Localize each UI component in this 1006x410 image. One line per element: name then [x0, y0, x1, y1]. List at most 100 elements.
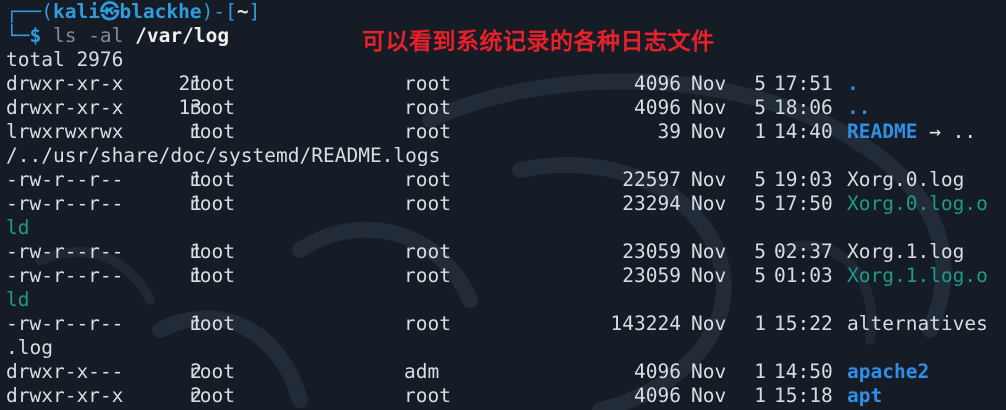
cell-month: Nov [691, 72, 727, 95]
cell-links: 1 [190, 192, 202, 215]
listing-rows: drwxr-xr-x 21 root root 4096 Nov 5 17:51. drwxr-… [6, 72, 1006, 408]
cell-size: 22597 [622, 168, 681, 191]
cell-day: 5 [754, 264, 766, 287]
cell-time: 17:50 [774, 192, 833, 215]
listing-row: -rw-r--r-- 1 root root 143224 Nov 1 15:22 altern… [6, 312, 1006, 336]
cell-month: Nov [691, 192, 727, 215]
cell-time: 15:22 [774, 312, 833, 335]
cell-time: 15:18 [774, 384, 833, 407]
cell-group: root [404, 264, 451, 287]
cell-group: root [404, 384, 451, 407]
cell-size: 4096 [634, 384, 681, 407]
cell-name: Xorg.1.log.o [847, 264, 988, 287]
cell-time: 14:50 [774, 360, 833, 383]
wrapped-line: .log [6, 336, 53, 359]
cell-owner: root [188, 312, 235, 335]
cell-time: 17:51 [774, 72, 833, 95]
cell-links: 1 [190, 240, 202, 263]
cell-size: 143224 [610, 312, 681, 335]
cell-month: Nov [691, 168, 727, 191]
cell-month: Nov [691, 264, 727, 287]
cell-day: 1 [754, 384, 766, 407]
cell-day: 1 [754, 312, 766, 335]
cell-size: 39 [657, 120, 681, 143]
listing-row: -rw-r--r-- 1 root root 23059 Nov 5 01:03 Xorg.1.… [6, 264, 1006, 288]
cell-month: Nov [691, 96, 727, 119]
cell-day: 5 [754, 240, 766, 263]
cell-day: 5 [754, 168, 766, 191]
cell-owner: root [188, 168, 235, 191]
listing-row: drwxr-xr-x 21 root root 4096 Nov 5 17:51. [6, 72, 1006, 96]
wrapped-line: ld [6, 216, 30, 239]
cell-group: root [404, 96, 451, 119]
cell-links: 1 [190, 120, 202, 143]
cell-time: 18:06 [774, 96, 833, 119]
cell-owner: root [188, 120, 235, 143]
cell-owner: root [188, 96, 235, 119]
cell-name: .. [847, 96, 871, 119]
cell-links: 1 [190, 264, 202, 287]
cell-group: root [404, 312, 451, 335]
command-argument: /var/log [135, 24, 230, 47]
cell-name: alternatives [847, 312, 988, 335]
annotation-text: 可以看到系统记录的各种日志文件 [362, 29, 715, 55]
cell-time: 19:03 [774, 168, 833, 191]
cell-size: 4096 [634, 360, 681, 383]
cell-links: 2 [190, 360, 202, 383]
cell-group: root [404, 192, 451, 215]
cell-links: 2 [190, 384, 202, 407]
cell-time: 14:40 [774, 120, 833, 143]
prompt-user: kali [52, 0, 100, 23]
wrapped-line: ld [6, 288, 30, 311]
cell-name: apache2 [847, 360, 930, 383]
cell-links: 1 [190, 168, 202, 191]
cell-group: root [404, 120, 451, 143]
prompt-host: blackhe [119, 0, 202, 23]
cell-month: Nov [691, 360, 727, 383]
cell-name: . [847, 72, 859, 95]
cell-owner: root [188, 72, 235, 95]
cell-size: 4096 [634, 72, 681, 95]
cell-group: adm [404, 360, 440, 383]
cell-links: 1 [190, 312, 202, 335]
cell-size: 4096 [634, 96, 681, 119]
listing-row: drwxr-x--- 2 root adm 4096 Nov 1 14:50 apache2 [6, 360, 1006, 384]
listing-row: -rw-r--r-- 1 root root 23059 Nov 5 02:37 Xorg.1.… [6, 240, 1006, 264]
listing-row: -rw-r--r-- 1 root root 23294 Nov 5 17:50 Xorg.0.… [6, 192, 1006, 216]
prompt-line-1: ┌──(kali㉿blackhe)-[~] [6, 0, 261, 23]
cell-day: 5 [754, 192, 766, 215]
cell-name: Xorg.0.log [847, 168, 965, 191]
cell-name: Xorg.0.log.o [847, 192, 988, 215]
cell-group: root [404, 72, 451, 95]
command-text: ls -al [52, 24, 124, 47]
prompt-at-symbol: ㉿ [99, 0, 120, 23]
cell-name: apt [847, 384, 883, 407]
listing-row: lrwxrwxrwx 1 root root 39 Nov 1 14:40 README → .… [6, 120, 1006, 144]
cell-month: Nov [691, 240, 727, 263]
cell-owner: root [188, 192, 235, 215]
prompt-cwd: ~ [236, 0, 249, 23]
cell-owner: root [188, 264, 235, 287]
cell-links: 21 [178, 72, 202, 95]
cell-day: 1 [754, 360, 766, 383]
cell-month: Nov [691, 384, 727, 407]
cell-time: 01:03 [774, 264, 833, 287]
terminal-output[interactable]: ┌──(kali㉿blackhe)-[~] └─$ ls -al /var/lo… [6, 0, 1006, 408]
cell-day: 5 [754, 96, 766, 119]
listing-row: drwxr-xr-x 2 root root 4096 Nov 1 15:18 apt [6, 384, 1006, 408]
cell-group: root [404, 168, 451, 191]
cell-owner: root [188, 360, 235, 383]
cell-day: 1 [754, 120, 766, 143]
cell-month: Nov [691, 120, 727, 143]
cell-time: 02:37 [774, 240, 833, 263]
cell-size: 23059 [622, 264, 681, 287]
cell-size: 23059 [622, 240, 681, 263]
listing-row: drwxr-xr-x 13 root root 4096 Nov 5 18:06.. [6, 96, 1006, 120]
link-target: → .. [917, 120, 977, 143]
wrapped-line: /../usr/share/doc/systemd/README.logs [6, 144, 441, 167]
cell-owner: root [188, 384, 235, 407]
cell-size: 23294 [622, 192, 681, 215]
cell-day: 5 [754, 72, 766, 95]
cell-name: README → .. [847, 120, 977, 143]
cell-name: Xorg.1.log [847, 240, 965, 263]
